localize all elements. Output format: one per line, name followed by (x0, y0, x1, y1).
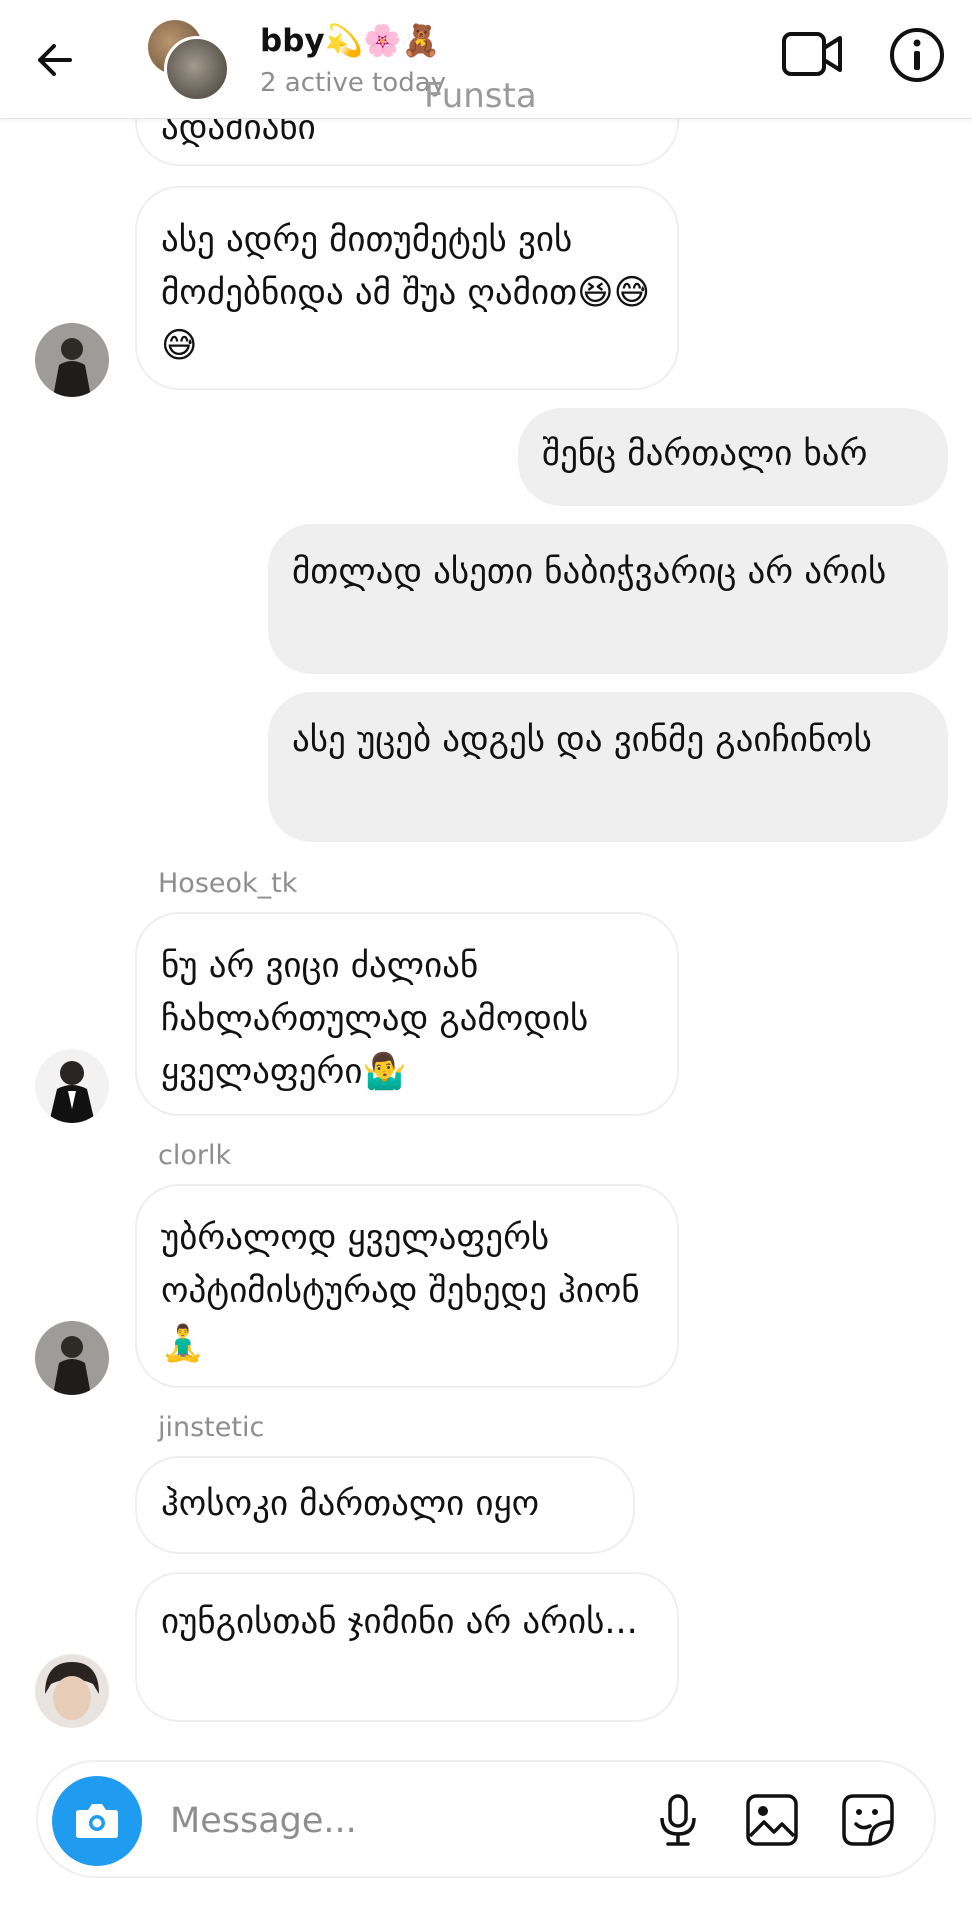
avatar[interactable] (35, 323, 109, 397)
info-button[interactable] (888, 26, 946, 84)
sender-name: Hoseok_tk (158, 868, 298, 899)
arrow-left-icon (38, 44, 72, 76)
group-avatar[interactable] (148, 20, 230, 102)
message-composer (36, 1760, 936, 1878)
avatar (164, 36, 230, 102)
image-icon (746, 1794, 798, 1846)
camera-icon (76, 1804, 118, 1838)
sticker-icon (842, 1794, 894, 1846)
message-bubble[interactable]: ასე ადრე მითუმეტეს ვის მოძებნიდა ამ შუა … (135, 186, 679, 390)
active-status: 2 active today (260, 68, 447, 98)
message-bubble[interactable]: იუნგისთან ჯიმინი არ არის... (135, 1572, 679, 1722)
sender-name: jinstetic (158, 1412, 265, 1443)
microphone-icon (660, 1794, 696, 1846)
video-call-button[interactable] (780, 28, 844, 80)
video-camera-icon (782, 32, 842, 76)
message-input[interactable] (168, 1796, 592, 1846)
message-bubble[interactable]: შენც მართალი ხარ (518, 408, 948, 506)
sender-name: clorlk (158, 1140, 232, 1171)
voice-message-button[interactable] (650, 1792, 706, 1848)
message-bubble[interactable]: ნუ არ ვიცი ძალიან ჩახლართულად გამოდის ყვ… (135, 912, 679, 1116)
message-bubble[interactable]: ასე უცებ ადგეს და ვინმე გაიჩინოს (268, 692, 948, 842)
message-bubble[interactable]: მთლად ასეთი ნაბიჭვარიც არ არის (268, 524, 948, 674)
avatar[interactable] (35, 1049, 109, 1123)
message-bubble[interactable]: უბრალოდ ყველაფერს ოპტიმისტურად შეხედე ჰი… (135, 1184, 679, 1388)
watermark: Funsta (424, 76, 537, 116)
back-button[interactable] (30, 30, 90, 90)
chat-title[interactable]: bby💫🌸🧸 (260, 22, 440, 59)
avatar[interactable] (35, 1321, 109, 1395)
camera-button[interactable] (52, 1776, 142, 1866)
sticker-button[interactable] (840, 1792, 896, 1848)
message-bubble[interactable]: ჰოსოკი მართალი იყო (135, 1456, 635, 1554)
gallery-button[interactable] (744, 1792, 800, 1848)
info-icon (890, 28, 944, 82)
avatar[interactable] (35, 1654, 109, 1728)
